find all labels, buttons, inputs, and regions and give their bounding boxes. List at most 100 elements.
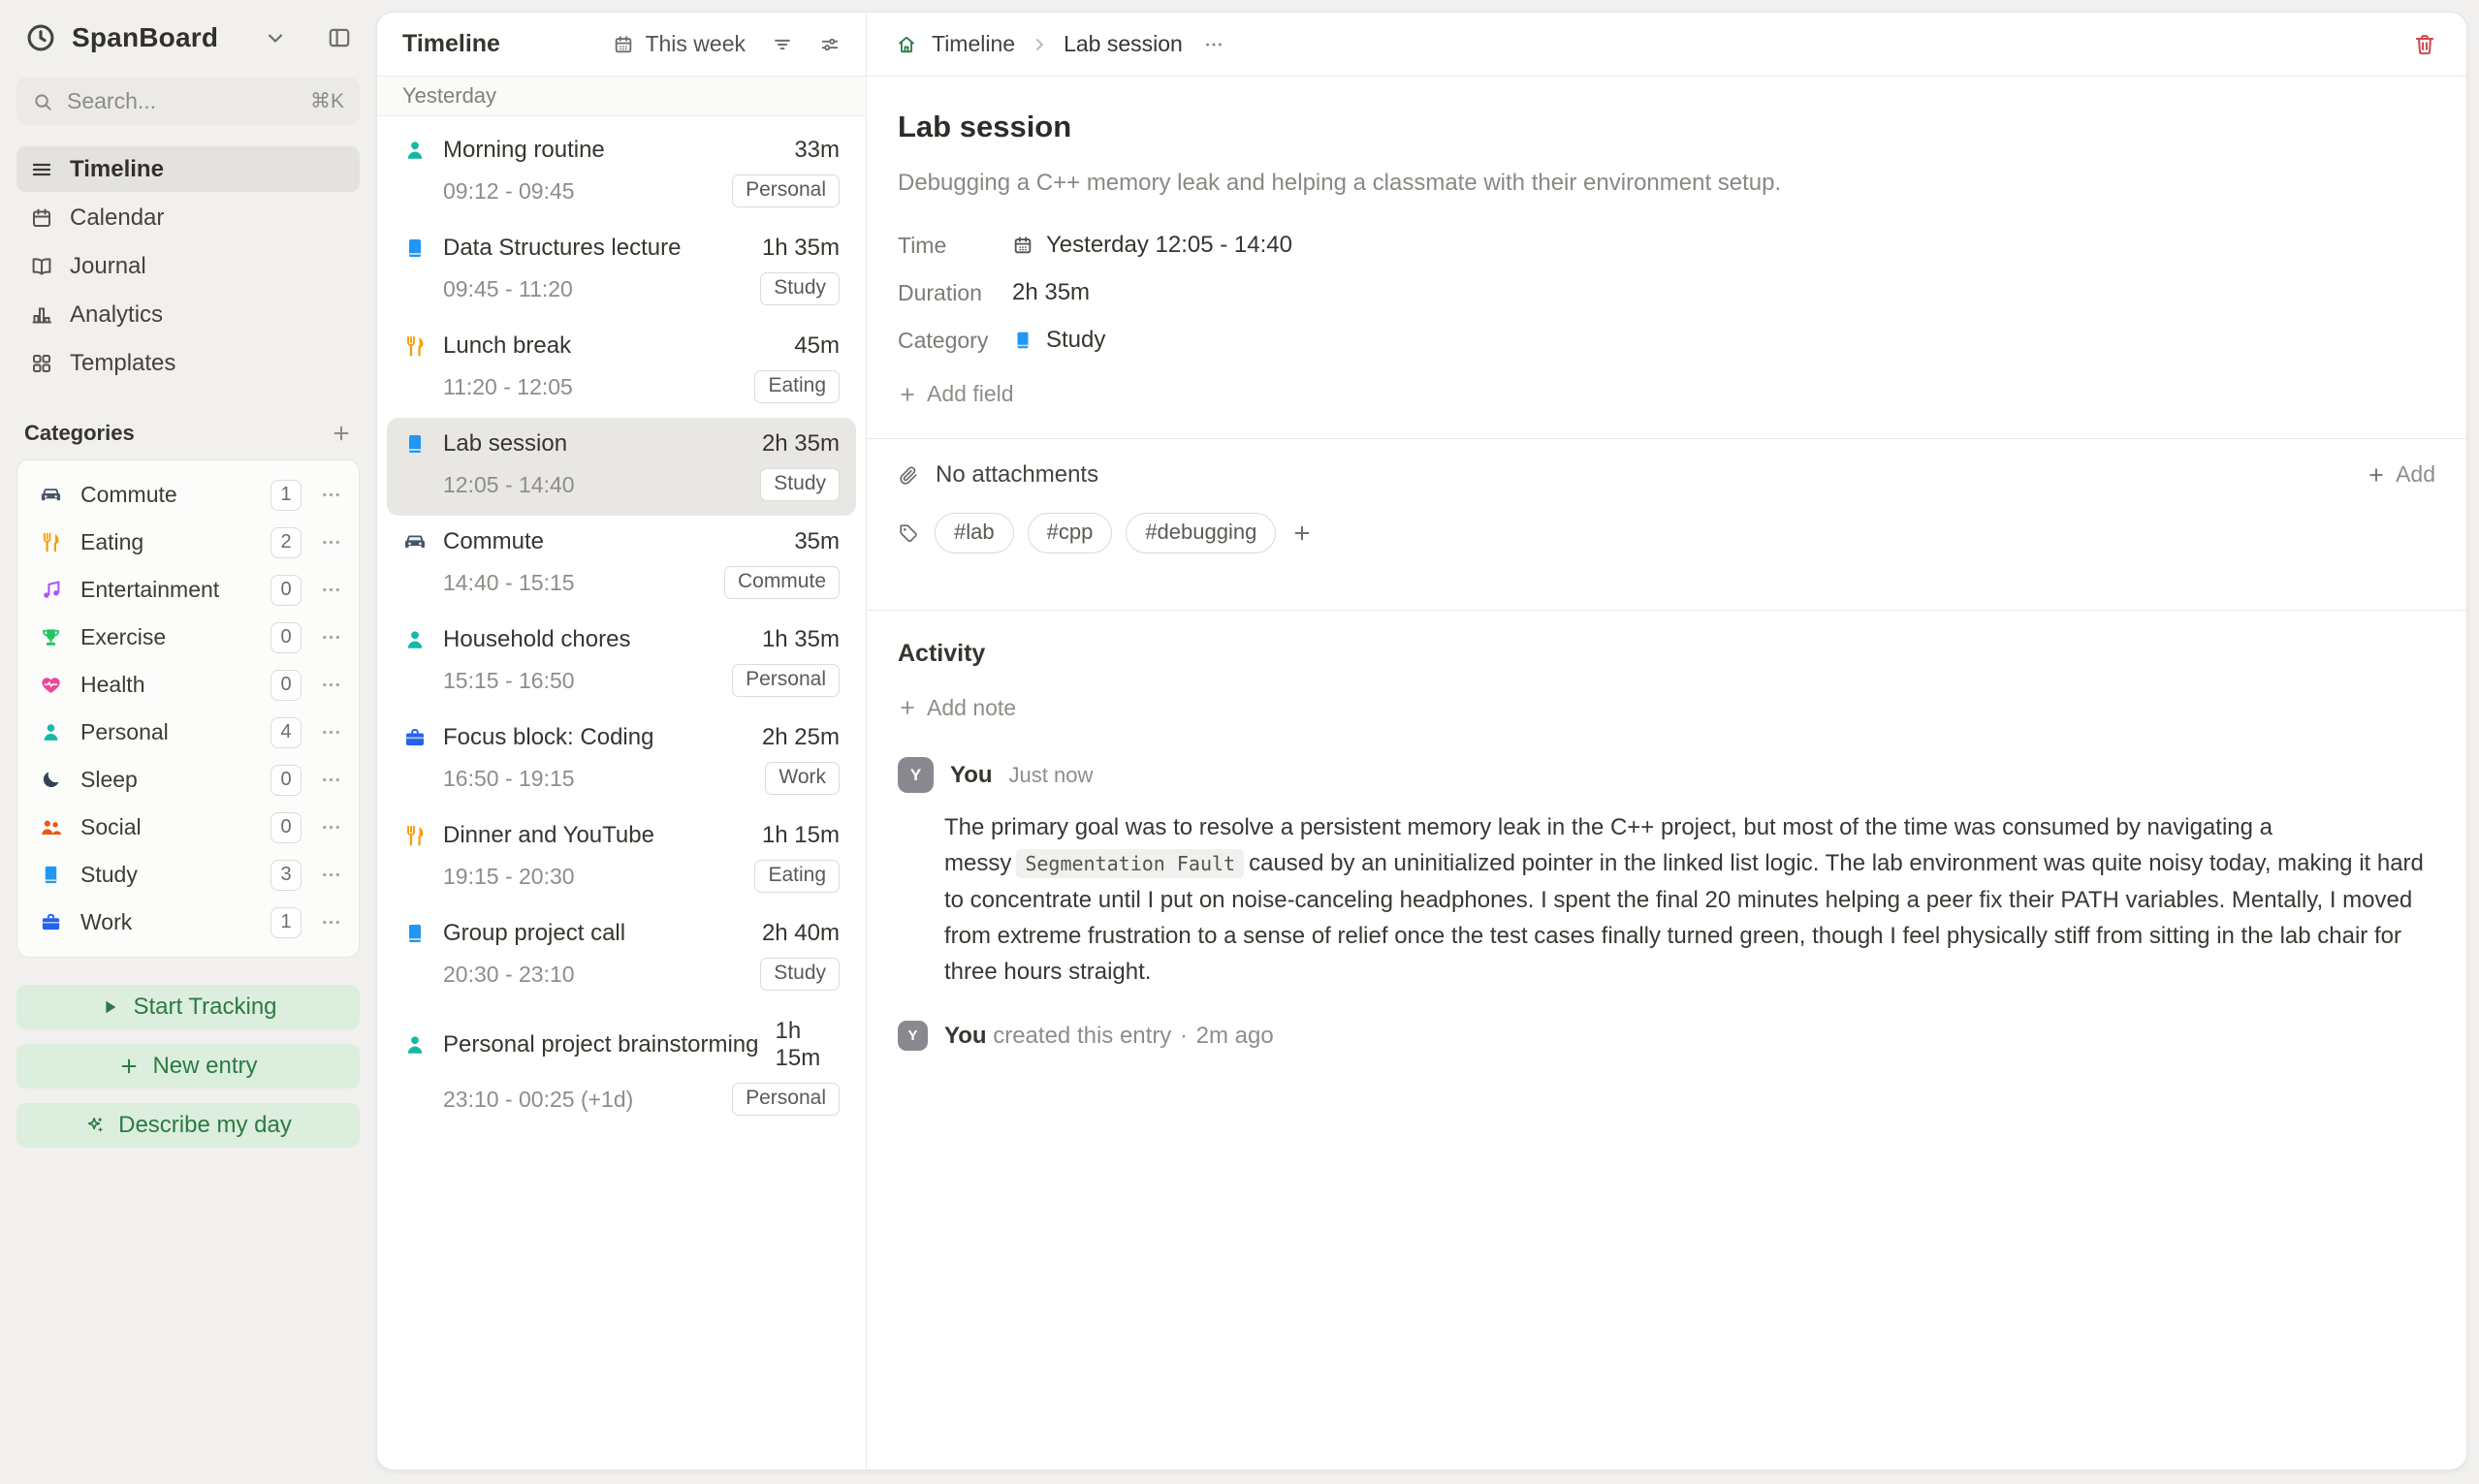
entry-category-badge: Work: [765, 762, 840, 795]
dots-h-icon[interactable]: [320, 531, 342, 553]
search-input[interactable]: Search... ⌘K: [16, 78, 360, 125]
field-value-time[interactable]: Yesterday 12:05 - 14:40: [1012, 232, 2435, 259]
tag-pill-debugging[interactable]: #debugging: [1126, 513, 1276, 553]
category-count: 0: [270, 812, 302, 843]
start-tracking-button[interactable]: Start Tracking: [16, 985, 360, 1029]
entry-duration: 1h 15m: [762, 822, 840, 849]
timeline-entry-focus-block-coding[interactable]: Focus block: Coding2h 25m16:50 - 19:15Wo…: [387, 711, 856, 809]
describe-my-day-button[interactable]: Describe my day: [16, 1103, 360, 1148]
category-row-eating[interactable]: Eating2: [17, 519, 359, 566]
dots-h-icon[interactable]: [320, 911, 342, 933]
activity-comment: Y You Just now The primary goal was to r…: [898, 757, 2435, 990]
category-count: 1: [270, 480, 302, 511]
plus-icon: [118, 1056, 140, 1077]
dots-h-icon[interactable]: [320, 721, 342, 743]
chevron-down-icon[interactable]: [264, 26, 287, 49]
dots-h-icon[interactable]: [320, 484, 342, 506]
sidebar-item-label: Analytics: [70, 301, 163, 329]
category-count: 3: [270, 860, 302, 891]
footer-separator: ·: [1180, 1023, 1188, 1049]
add-category-icon[interactable]: [331, 423, 352, 444]
add-note-button[interactable]: Add note: [898, 695, 1016, 721]
dots-h-icon[interactable]: [320, 769, 342, 791]
person-icon: [403, 139, 427, 162]
entry-title: Lab session: [443, 430, 567, 458]
dots-h-icon[interactable]: [320, 674, 342, 696]
timeline-entry-dinner-and-youtube[interactable]: Dinner and YouTube1h 15m19:15 - 20:30Eat…: [387, 809, 856, 907]
categories-panel: Commute1Eating2Entertainment0Exercise0He…: [16, 459, 360, 958]
timeline-entry-list: Morning routine33m09:12 - 09:45PersonalD…: [377, 116, 866, 1138]
add-tag-icon[interactable]: [1291, 522, 1313, 544]
sidebar-item-label: Calendar: [70, 205, 164, 232]
tag-pill-lab[interactable]: #lab: [935, 513, 1014, 553]
date-range-label: This week: [645, 31, 746, 57]
plus-icon: [2367, 465, 2386, 485]
fields-grid: Time Yesterday 12:05 - 14:40 Duration 2h…: [898, 232, 2435, 354]
category-row-personal[interactable]: Personal4: [17, 709, 359, 756]
timeline-entry-lab-session[interactable]: Lab session2h 35m12:05 - 14:40Study: [387, 418, 856, 516]
timeline-entry-morning-routine[interactable]: Morning routine33m09:12 - 09:45Personal: [387, 124, 856, 222]
avatar: Y: [898, 1021, 928, 1051]
categories-header: Categories: [24, 421, 352, 446]
date-range-selector[interactable]: This week: [613, 31, 746, 57]
new-entry-button[interactable]: New entry: [16, 1044, 360, 1089]
category-row-entertainment[interactable]: Entertainment0: [17, 566, 359, 614]
more-options-icon[interactable]: [1203, 34, 1224, 55]
field-value-category[interactable]: Study: [1012, 327, 2435, 354]
tag-list: #lab #cpp #debugging: [935, 513, 1276, 553]
sidebar-item-templates[interactable]: Templates: [16, 340, 360, 386]
timeline-entry-lunch-break[interactable]: Lunch break45m11:20 - 12:05Eating: [387, 320, 856, 418]
category-label: Entertainment: [80, 577, 219, 603]
timeline-entry-personal-project-brainstorming[interactable]: Personal project brainstorming1h 15m23:1…: [387, 1005, 856, 1130]
dots-h-icon[interactable]: [320, 579, 342, 601]
sidebar-item-calendar[interactable]: Calendar: [16, 195, 360, 240]
category-label: Social: [80, 814, 142, 840]
button-label: Start Tracking: [133, 994, 276, 1021]
add-note-label: Add note: [927, 695, 1016, 721]
sidebar-toggle-icon[interactable]: [327, 25, 352, 50]
trash-icon[interactable]: [2412, 32, 2437, 57]
sidebar-item-analytics[interactable]: Analytics: [16, 292, 360, 337]
category-row-work[interactable]: Work1: [17, 899, 359, 946]
category-row-exercise[interactable]: Exercise0: [17, 614, 359, 661]
category-row-sleep[interactable]: Sleep0: [17, 756, 359, 804]
category-label: Exercise: [80, 624, 166, 650]
sidebar-item-timeline[interactable]: Timeline: [16, 146, 360, 192]
sidebar-item-journal[interactable]: Journal: [16, 243, 360, 289]
field-value-duration[interactable]: 2h 35m: [1012, 279, 2435, 306]
entry-category-badge: Study: [760, 272, 840, 305]
category-row-social[interactable]: Social 0: [17, 804, 359, 851]
timeline-entry-commute[interactable]: Commute35m14:40 - 15:15Commute: [387, 516, 856, 614]
dots-h-icon[interactable]: [320, 864, 342, 886]
breadcrumb-root[interactable]: Timeline: [932, 31, 1015, 57]
entry-title: Personal project brainstorming: [443, 1031, 759, 1058]
attachments-empty-label: No attachments: [936, 461, 1098, 489]
timeline-entry-data-structures-lecture[interactable]: Data Structures lecture1h 35m09:45 - 11:…: [387, 222, 856, 320]
entry-category-badge: Study: [760, 468, 840, 501]
category-row-study[interactable]: Study3: [17, 851, 359, 899]
sidebar-item-label: Templates: [70, 350, 175, 377]
detail-panel: Timeline Lab session Lab session Debuggi…: [867, 13, 2466, 1469]
sliders-icon[interactable]: [819, 34, 841, 55]
dots-h-icon[interactable]: [320, 816, 342, 838]
home-icon[interactable]: [896, 34, 917, 55]
add-attachment-button[interactable]: Add: [2367, 461, 2435, 488]
app-title: SpanBoard: [72, 22, 218, 53]
entry-category-badge: Personal: [732, 1083, 840, 1116]
filter-icon[interactable]: [772, 34, 793, 55]
entry-duration: 1h 15m: [776, 1018, 841, 1072]
category-row-health[interactable]: Health0: [17, 661, 359, 709]
add-field-button[interactable]: Add field: [898, 381, 1014, 407]
calendar-icon: [1012, 235, 1033, 256]
timeline-entry-household-chores[interactable]: Household chores1h 35m15:15 - 16:50Perso…: [387, 614, 856, 711]
book-open-icon: [30, 255, 53, 278]
sidebar-header: SpanBoard: [16, 21, 360, 54]
avatar: Y: [898, 757, 934, 793]
category-row-commute[interactable]: Commute1: [17, 471, 359, 519]
tag-pill-cpp[interactable]: #cpp: [1028, 513, 1113, 553]
play-icon: [99, 996, 120, 1018]
dots-h-icon[interactable]: [320, 626, 342, 648]
rows-icon: [30, 158, 53, 181]
button-label: New entry: [152, 1053, 257, 1080]
timeline-entry-group-project-call[interactable]: Group project call2h 40m20:30 - 23:10Stu…: [387, 907, 856, 1005]
